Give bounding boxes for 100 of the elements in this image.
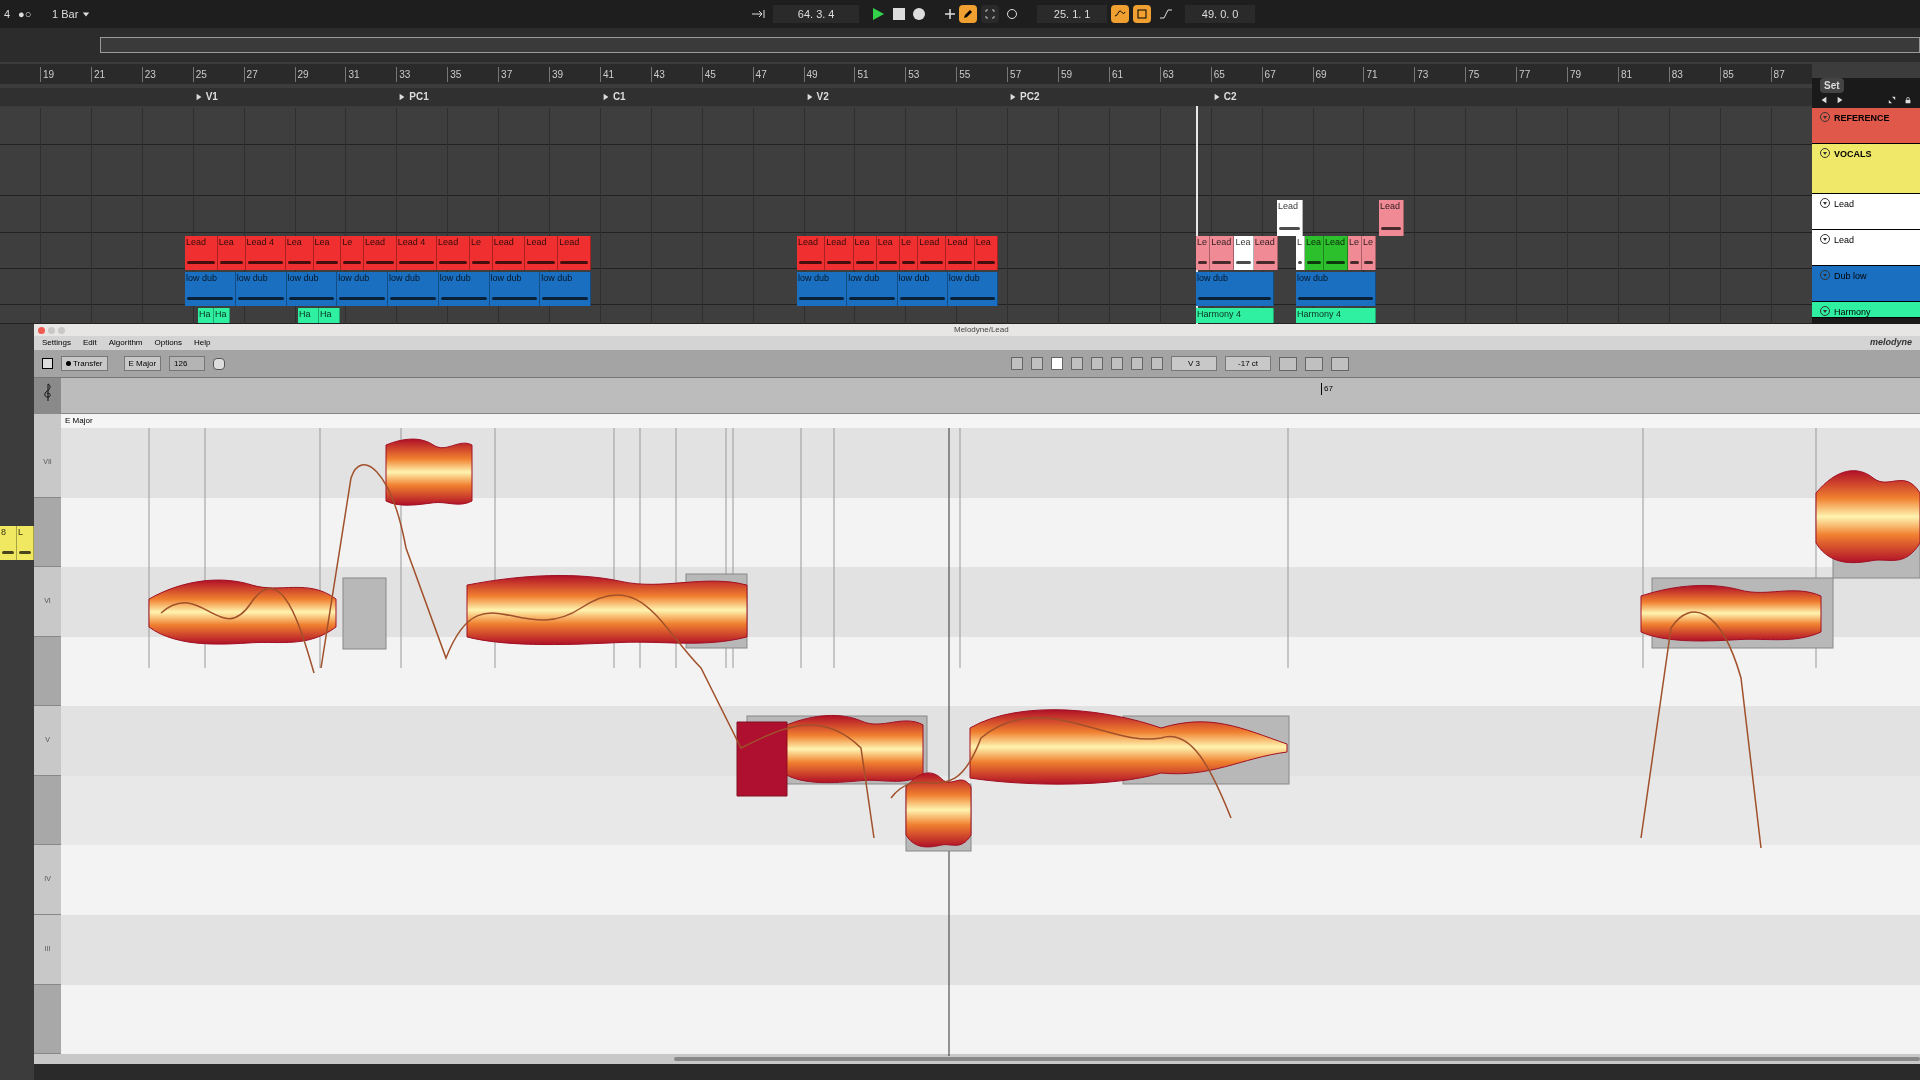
record-icon[interactable] bbox=[913, 8, 926, 20]
audio-clip[interactable]: Lea bbox=[853, 236, 877, 270]
locator-marker[interactable]: V2 bbox=[816, 91, 829, 103]
audio-clip[interactable]: Lead bbox=[1379, 200, 1404, 236]
draw-mode-toggle[interactable] bbox=[959, 5, 978, 23]
audio-clip[interactable]: Lea bbox=[1234, 236, 1254, 270]
locator-marker[interactable]: PC2 bbox=[1020, 91, 1040, 103]
caret-icon[interactable] bbox=[82, 10, 91, 18]
arrow-icon[interactable] bbox=[751, 9, 766, 19]
audio-clip[interactable]: Lead bbox=[185, 236, 218, 270]
track-header[interactable]: Dub low bbox=[1812, 266, 1920, 302]
position-field[interactable]: 64. 3. 4 bbox=[773, 4, 860, 24]
punch-toggle[interactable] bbox=[1133, 5, 1152, 23]
audio-clip[interactable]: low dub bbox=[847, 272, 898, 306]
track-header[interactable]: REFERENCE bbox=[1812, 108, 1920, 144]
fold-icon[interactable] bbox=[1820, 234, 1830, 244]
audio-clip[interactable]: low dub bbox=[1196, 272, 1274, 306]
audio-clip[interactable]: Lea bbox=[974, 236, 998, 270]
locator-triangle-icon[interactable] bbox=[1009, 93, 1018, 101]
menu-item[interactable]: Options bbox=[154, 337, 183, 349]
audio-clip[interactable]: Lead bbox=[918, 236, 947, 270]
audio-clip[interactable]: Ha bbox=[319, 308, 340, 323]
locator-marker[interactable]: V1 bbox=[205, 91, 218, 103]
audio-clip[interactable]: low dub bbox=[286, 272, 338, 306]
follow-toggle[interactable] bbox=[981, 5, 1000, 23]
note-blob[interactable] bbox=[1815, 470, 1920, 564]
loop-start-field[interactable]: 25. 1. 1 bbox=[1037, 4, 1108, 24]
audio-clip[interactable]: Le bbox=[900, 236, 919, 270]
fold-icon[interactable] bbox=[1820, 306, 1830, 316]
locator-marker[interactable]: C2 bbox=[1223, 91, 1237, 103]
note-blob[interactable] bbox=[736, 721, 788, 797]
locator-triangle-icon[interactable] bbox=[1212, 93, 1221, 101]
note-blob[interactable] bbox=[385, 438, 473, 506]
audio-clip[interactable]: low dub bbox=[489, 272, 541, 306]
audio-clip[interactable]: Le bbox=[1196, 236, 1211, 270]
left-arrow-icon[interactable] bbox=[1820, 96, 1828, 104]
locator-triangle-icon[interactable] bbox=[601, 93, 610, 101]
note-blob[interactable] bbox=[148, 579, 337, 645]
transfer-button[interactable]: Transfer bbox=[61, 356, 108, 371]
audio-clip[interactable]: 8 bbox=[0, 526, 17, 560]
note-blob[interactable] bbox=[969, 709, 1288, 785]
loop-length-field[interactable]: 49. 0. 0 bbox=[1185, 4, 1256, 24]
audio-clip[interactable]: Lead bbox=[946, 236, 975, 270]
audio-clip[interactable]: Lead bbox=[1277, 200, 1303, 236]
audio-clip[interactable]: Lead 4 bbox=[245, 236, 286, 270]
play-icon[interactable] bbox=[871, 7, 886, 21]
audio-clip[interactable]: Lead 4 bbox=[396, 236, 438, 270]
loop-toggle[interactable] bbox=[1111, 5, 1130, 23]
audio-clip[interactable]: Lead bbox=[825, 236, 854, 270]
audio-clip[interactable]: Ha bbox=[298, 308, 319, 323]
sidebar-toggle-icon[interactable] bbox=[42, 358, 53, 369]
track-header[interactable]: Lead bbox=[1812, 194, 1920, 230]
cents-field[interactable]: -17 ct bbox=[1225, 356, 1272, 371]
pitch-value-field[interactable]: V 3 bbox=[1171, 356, 1218, 371]
locator-marker[interactable]: C1 bbox=[612, 91, 626, 103]
curve-icon[interactable] bbox=[1159, 9, 1174, 19]
audio-clip[interactable]: Lead bbox=[1253, 236, 1278, 270]
audio-clip[interactable]: low dub bbox=[897, 272, 948, 306]
plus-icon[interactable] bbox=[945, 9, 956, 19]
audio-clip[interactable]: low dub bbox=[388, 272, 439, 306]
audio-clip[interactable]: Lea bbox=[1305, 236, 1324, 270]
menu-item[interactable]: Algorithm bbox=[108, 337, 143, 349]
audio-clip[interactable]: Le bbox=[341, 236, 365, 270]
audio-clip[interactable]: Lead bbox=[1210, 236, 1235, 270]
audio-clip[interactable]: Lead bbox=[1324, 236, 1349, 270]
audio-clip[interactable]: low dub bbox=[1296, 272, 1376, 306]
menu-item[interactable]: Edit bbox=[82, 337, 97, 349]
audio-clip[interactable]: L bbox=[17, 526, 34, 560]
fold-icon[interactable] bbox=[1820, 148, 1830, 158]
locator-triangle-icon[interactable] bbox=[398, 93, 407, 101]
stop-icon[interactable] bbox=[893, 8, 906, 20]
audio-clip[interactable]: low dub bbox=[540, 272, 591, 306]
overview-strip[interactable] bbox=[100, 37, 1920, 53]
quantize-value[interactable]: 4 bbox=[4, 5, 18, 23]
audio-clip[interactable]: Lea bbox=[313, 236, 342, 270]
audio-clip[interactable]: Lead bbox=[492, 236, 526, 270]
audio-clip[interactable]: low dub bbox=[438, 272, 490, 306]
expand-icon[interactable] bbox=[1888, 96, 1896, 104]
audio-clip[interactable]: Lead bbox=[558, 236, 591, 270]
audio-clip[interactable]: low dub bbox=[797, 272, 848, 306]
lock-icon[interactable] bbox=[1904, 96, 1912, 104]
audio-clip[interactable]: Harmony 4 bbox=[1296, 308, 1376, 323]
locator-triangle-icon[interactable] bbox=[194, 93, 203, 101]
track-header[interactable]: Harmony bbox=[1812, 302, 1920, 318]
audio-clip[interactable]: Lea bbox=[217, 236, 246, 270]
audio-clip[interactable]: low dub bbox=[235, 272, 287, 306]
audio-clip[interactable]: low dub bbox=[185, 272, 236, 306]
scale-field[interactable]: E Major bbox=[123, 356, 162, 371]
menu-item[interactable]: Settings bbox=[42, 337, 71, 349]
audio-clip[interactable]: Lead bbox=[525, 236, 559, 270]
locator-marker[interactable]: PC1 bbox=[409, 91, 429, 103]
audio-clip[interactable]: Le bbox=[469, 236, 493, 270]
audio-clip[interactable]: Lead bbox=[364, 236, 397, 270]
audio-clip[interactable]: Le bbox=[1348, 236, 1363, 270]
audio-clip[interactable]: low dub bbox=[947, 272, 998, 306]
audio-clip[interactable]: Lea bbox=[876, 236, 900, 270]
grid-dropdown[interactable]: 1 Bar bbox=[52, 5, 79, 23]
track-header[interactable]: VOCALS bbox=[1812, 144, 1920, 194]
track-header[interactable]: Lead bbox=[1812, 230, 1920, 266]
audio-clip[interactable]: Lead bbox=[437, 236, 470, 270]
